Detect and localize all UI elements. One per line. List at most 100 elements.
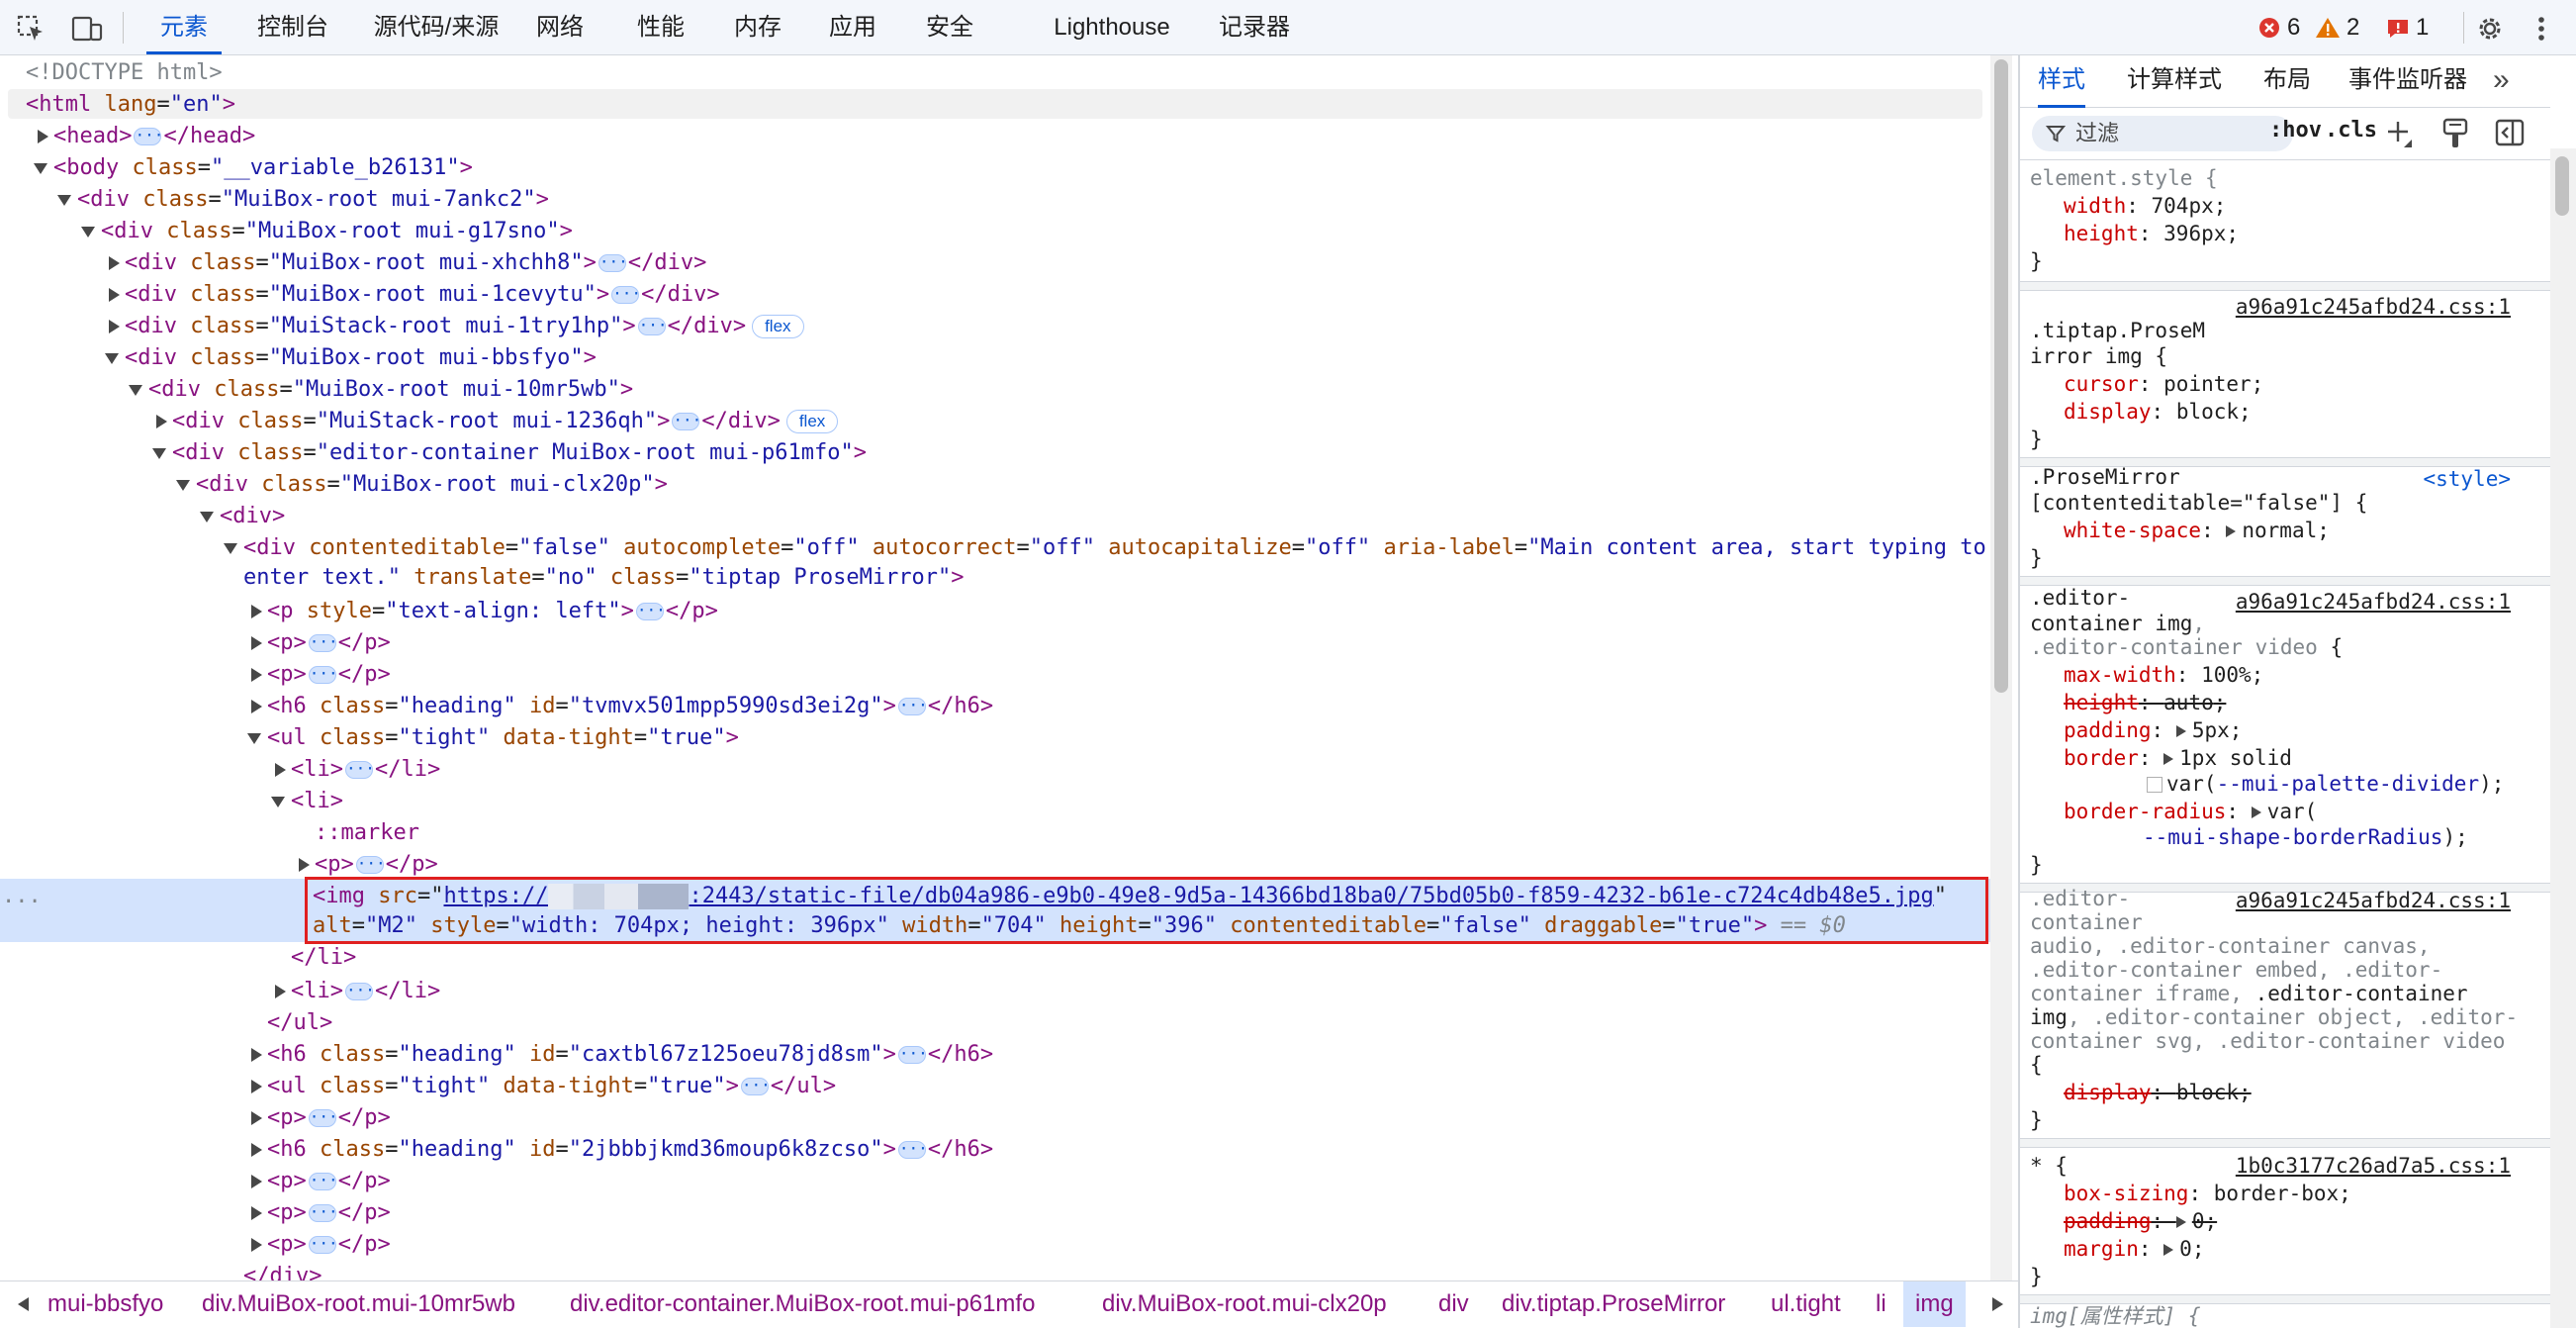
tab-recorder[interactable]: 记录器 xyxy=(1217,0,1292,54)
breadcrumb-item-active[interactable]: img xyxy=(1903,1281,1966,1327)
css-declaration-cont[interactable]: --mui-shape-borderRadius); xyxy=(2143,823,2468,851)
stylesheet-link[interactable]: a96a91c245afbd24.css:1 xyxy=(2236,293,2511,321)
dom-close-li[interactable]: </li> xyxy=(291,942,356,974)
scrollbar-thumb[interactable] xyxy=(1994,59,2008,693)
breadcrumb-item[interactable]: div.MuiBox-root.mui-10mr5wb xyxy=(202,1281,515,1327)
collapse-arrow[interactable] xyxy=(247,733,261,744)
rule-selector-cont[interactable]: [contenteditable="false"] { xyxy=(2030,489,2367,517)
flex-badge[interactable]: flex xyxy=(785,410,839,433)
expand-arrow[interactable] xyxy=(275,985,286,998)
css-declaration[interactable]: cursor: pointer; xyxy=(2064,370,2263,398)
collapse-arrow[interactable] xyxy=(105,353,119,364)
collapsed-ellipsis[interactable]: ··· xyxy=(308,1109,338,1127)
collapse-arrow[interactable] xyxy=(200,512,214,522)
dom-node-li[interactable]: <li> ···</li> xyxy=(291,976,440,1007)
issues-counter[interactable]: 1 xyxy=(2386,13,2429,43)
scrollbar-thumb[interactable] xyxy=(2555,156,2569,216)
css-declaration-overridden[interactable]: display: block; xyxy=(2064,1079,2252,1106)
expand-arrow[interactable] xyxy=(251,1206,262,1220)
tab-console[interactable]: 控制台 xyxy=(245,0,340,54)
cls-toggle[interactable]: .cls xyxy=(2325,118,2377,142)
settings-gear-icon[interactable] xyxy=(2475,14,2505,44)
warnings-counter[interactable]: 2 xyxy=(2315,13,2359,43)
expand-arrow[interactable] xyxy=(251,700,262,713)
collapsed-ellipsis[interactable]: ··· xyxy=(308,1173,338,1190)
tab-application[interactable]: 应用 xyxy=(821,0,884,54)
collapse-arrow[interactable] xyxy=(176,480,190,491)
css-declaration[interactable]: box-sizing: border-box; xyxy=(2064,1180,2351,1207)
dom-node-div[interactable]: <div class="editor-container MuiBox-root… xyxy=(172,437,867,469)
dom-node-div[interactable]: <div class="MuiBox-root mui-clx20p"> xyxy=(196,469,668,501)
css-declaration[interactable]: border-radius: var( xyxy=(2064,798,2317,825)
dom-node-div[interactable]: <div class="MuiBox-root mui-bbsfyo"> xyxy=(125,342,597,374)
breadcrumb-item[interactable]: li xyxy=(1876,1281,1886,1327)
expand-arrow[interactable] xyxy=(251,1048,262,1062)
rule-selector[interactable]: img[属性样式] { xyxy=(2030,1302,2201,1328)
dom-pseudo-marker[interactable]: ::marker xyxy=(315,817,419,849)
css-declaration[interactable]: margin: 0; xyxy=(2064,1235,2204,1263)
tab-elements[interactable]: 元素 xyxy=(146,0,222,54)
dom-node-div[interactable]: <div class="MuiBox-root mui-xhchh8"> ···<… xyxy=(125,247,706,279)
color-swatch[interactable] xyxy=(2147,777,2162,793)
hov-toggle[interactable]: :hov xyxy=(2269,118,2322,142)
tab-security[interactable]: 安全 xyxy=(918,0,981,54)
collapsed-ellipsis[interactable]: ··· xyxy=(355,856,386,874)
tab-event-listeners[interactable]: 事件监听器 xyxy=(2348,55,2467,105)
dom-node-h6[interactable]: <h6 class="heading" id="2jbbbjkmd36moup6… xyxy=(267,1134,993,1166)
img-src-link-path[interactable]: :2443/static-file/db04a986-e9b0-49e8-9d5… xyxy=(689,884,1933,908)
collapsed-ellipsis[interactable]: ··· xyxy=(134,128,163,145)
more-tabs-chevron-icon[interactable]: » xyxy=(2493,55,2510,105)
dom-node-h6[interactable]: <h6 class="heading" id="caxtbl67z125oeu7… xyxy=(267,1039,993,1071)
tab-styles[interactable]: 样式 xyxy=(2038,55,2085,108)
expand-arrow[interactable] xyxy=(251,636,262,650)
dom-node-p[interactable]: <p> ···</p> xyxy=(267,1229,391,1261)
collapsed-ellipsis[interactable]: ··· xyxy=(344,983,375,1000)
dom-close-ul[interactable]: </ul> xyxy=(267,1007,332,1039)
dom-node-p[interactable]: <p> ···</p> xyxy=(267,1102,391,1134)
css-declaration[interactable]: width: 704px; xyxy=(2064,192,2226,220)
collapsed-ellipsis[interactable]: ··· xyxy=(672,413,701,430)
dom-node-div[interactable]: <div class="MuiBox-root mui-1cevytu"> ···… xyxy=(125,279,720,311)
tab-memory[interactable]: 内存 xyxy=(726,0,789,54)
expand-arrow[interactable] xyxy=(275,763,286,777)
expand-arrow[interactable] xyxy=(156,415,167,428)
expand-arrow[interactable] xyxy=(251,1175,262,1188)
img-src-link[interactable]: https:// xyxy=(443,884,548,908)
expand-arrow[interactable] xyxy=(299,858,310,872)
dom-node-div[interactable]: <div class="MuiBox-root mui-7ankc2"> xyxy=(77,184,549,216)
dom-node-editor-div-cont[interactable]: enter text." translate="no" class="tipta… xyxy=(243,562,965,594)
collapsed-ellipsis[interactable]: ··· xyxy=(308,666,338,684)
css-declaration[interactable]: height: 396px; xyxy=(2064,220,2239,247)
dom-node-h6[interactable]: <h6 class="heading" id="tvmvx501mpp5990s… xyxy=(267,691,993,722)
dom-node-p[interactable]: <p> ···</p> xyxy=(267,1197,391,1229)
collapse-arrow[interactable] xyxy=(152,448,166,459)
collapse-arrow[interactable] xyxy=(271,797,285,807)
dom-node-p[interactable]: <p style="text-align: left"> ···</p> xyxy=(267,596,718,627)
styles-scrollbar[interactable] xyxy=(2550,148,2576,1328)
collapsed-ellipsis[interactable]: ··· xyxy=(635,603,666,620)
dom-node-body[interactable]: <body class="__variable_b26131"> xyxy=(53,152,473,184)
rule-selector[interactable]: .editor- xyxy=(2030,584,2130,612)
tab-lighthouse[interactable]: Lighthouse xyxy=(1045,0,1179,54)
rule-selector[interactable]: .tiptap.ProseM xyxy=(2030,317,2205,344)
collapsed-ellipsis[interactable]: ··· xyxy=(611,286,641,304)
dom-node-p[interactable]: <p> ···</p> xyxy=(267,1166,391,1197)
collapsed-ellipsis[interactable]: ··· xyxy=(740,1078,771,1095)
expand-arrow[interactable] xyxy=(251,668,262,682)
collapsed-ellipsis[interactable]: ··· xyxy=(308,1236,338,1254)
dom-close-div[interactable]: </div> xyxy=(243,1261,322,1281)
rule-selector-cont[interactable]: .editor-container video { xyxy=(2030,633,2343,661)
breadcrumb-scroll-left-icon[interactable] xyxy=(18,1297,29,1311)
expand-arrow[interactable] xyxy=(251,1111,262,1125)
dom-node-li-open[interactable]: <li> xyxy=(291,786,343,817)
collapsed-ellipsis[interactable]: ··· xyxy=(598,254,628,272)
breadcrumb-scroll-right-icon[interactable] xyxy=(1992,1297,2003,1311)
expand-arrow[interactable] xyxy=(251,1238,262,1252)
errors-counter[interactable]: 6 xyxy=(2257,13,2300,43)
elements-scrollbar[interactable] xyxy=(1990,55,2012,1281)
collapse-arrow[interactable] xyxy=(224,543,237,554)
collapsed-ellipsis[interactable]: ··· xyxy=(308,1204,338,1222)
css-declaration-cont[interactable]: var(--mui-palette-divider); xyxy=(2147,770,2504,798)
stylesheet-link[interactable]: 1b0c3177c26ad7a5.css:1 xyxy=(2236,1152,2511,1180)
collapsed-ellipsis[interactable]: ··· xyxy=(897,1141,928,1159)
